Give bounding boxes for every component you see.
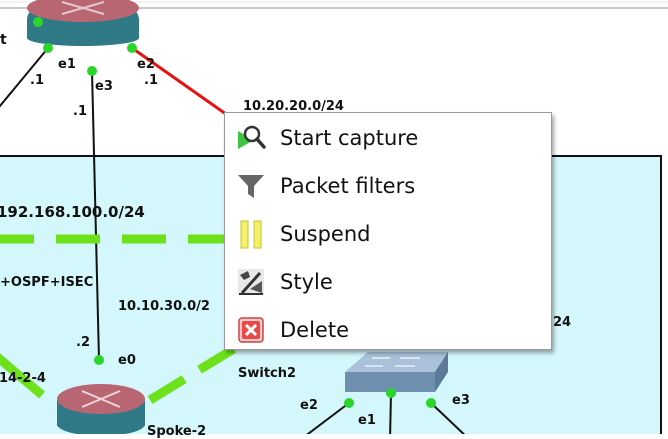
link-sw-e1[interactable] xyxy=(389,392,392,434)
port-spoke-e0[interactable] xyxy=(94,355,104,365)
menu-item-packet-filters[interactable]: Packet filters xyxy=(225,163,551,209)
suspend-icon xyxy=(240,220,262,249)
iface-label-e2: e2 xyxy=(137,57,155,72)
menu-item-label: Style xyxy=(280,270,333,294)
menu-item-label: Suspend xyxy=(280,222,371,246)
network-label-192-168-100: 192.168.100.0/24 xyxy=(0,203,145,221)
port-top-e2[interactable] xyxy=(127,43,137,53)
link-context-menu: Start capture Packet filters Suspend Sty… xyxy=(224,112,552,350)
iface-label-e1: e1 xyxy=(58,57,76,72)
packet-filter-icon xyxy=(238,175,264,198)
switch-label: Switch2 xyxy=(238,366,297,381)
iface-label-sw-e1: e1 xyxy=(358,413,376,428)
iface-label-sw-e3: e3 xyxy=(452,393,470,408)
protocol-label: +OSPF+ISEC xyxy=(0,275,94,290)
port-sw-e1[interactable] xyxy=(386,388,396,398)
style-icon xyxy=(238,269,264,295)
iface-label-spoke-e0: e0 xyxy=(118,353,136,368)
iface-label-e3: e3 xyxy=(95,79,113,94)
menu-item-style[interactable]: Style xyxy=(225,259,551,305)
port-top-e3[interactable] xyxy=(87,66,97,76)
addr-label-dot1-e3: .1 xyxy=(73,104,87,119)
addr-label-dot1-left: .1 xyxy=(30,73,44,88)
addr-label-dot1-right: .1 xyxy=(144,73,158,88)
port-top-e1[interactable] xyxy=(43,43,53,53)
menu-item-label: Packet filters xyxy=(280,174,416,198)
left-partial-label: .14-2-4 xyxy=(0,371,46,386)
port-sw-e2[interactable] xyxy=(344,398,354,408)
menu-item-label: Delete xyxy=(280,318,349,342)
menu-item-suspend[interactable]: Suspend xyxy=(225,211,551,257)
network-label-right: 24 xyxy=(553,315,572,330)
menu-item-delete[interactable]: Delete xyxy=(225,307,551,353)
iface-label-sw-e2: e2 xyxy=(300,398,318,413)
node-label-partial: t xyxy=(0,32,7,48)
router-spoke-2[interactable] xyxy=(57,384,145,434)
addr-label-dot2: .2 xyxy=(76,335,90,350)
menu-item-start-capture[interactable]: Start capture xyxy=(225,115,551,161)
port-sw-e3[interactable] xyxy=(426,398,436,408)
menu-item-label: Start capture xyxy=(280,126,419,150)
router-top[interactable] xyxy=(27,0,139,46)
port-top-left[interactable] xyxy=(33,17,43,27)
delete-icon xyxy=(238,317,264,343)
network-label-10-10-30: 10.10.30.0/2 xyxy=(118,299,210,314)
router-label-spoke-2: Spoke-2 xyxy=(147,424,207,439)
start-capture-icon xyxy=(238,125,266,149)
